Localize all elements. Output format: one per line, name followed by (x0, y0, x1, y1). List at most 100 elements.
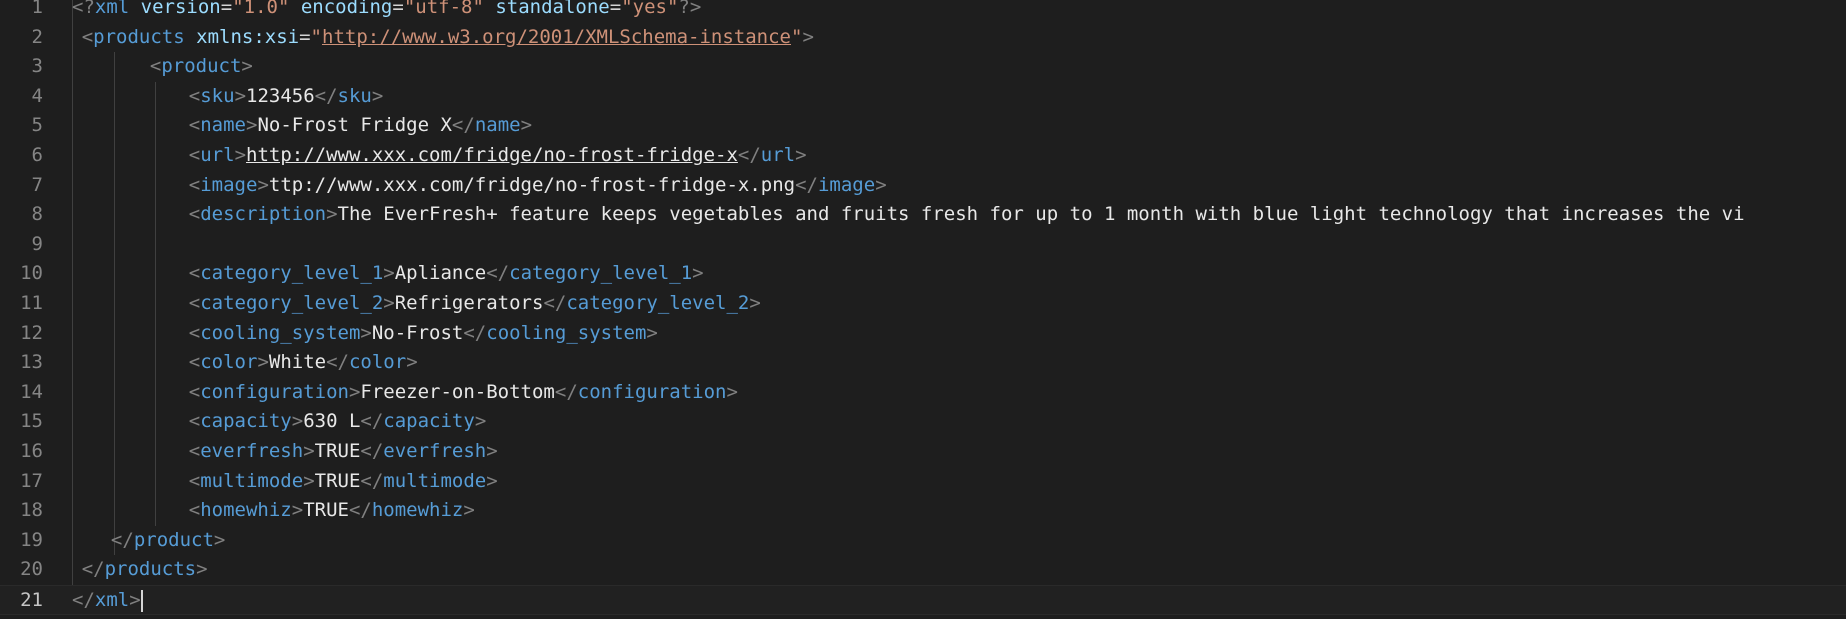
code-token: > (326, 203, 338, 226)
code-token: "yes" (621, 0, 679, 18)
code-token: > (463, 499, 475, 522)
code-line[interactable]: 19 </product> (0, 526, 1846, 556)
code-token: </ (110, 528, 134, 551)
line-code[interactable]: <color>White</color> (189, 348, 418, 378)
line-number: 17 (20, 469, 43, 492)
code-token: < (149, 55, 162, 78)
code-line[interactable]: 4 <sku>123456</sku> (0, 82, 1846, 112)
line-code[interactable]: <image>ttp://www.xxx.com/fridge/no-frost… (189, 171, 887, 201)
code-token: < (188, 499, 201, 522)
code-token: No-Frost Fridge X (257, 114, 452, 137)
code-token: > (520, 114, 533, 137)
code-token: multimode (200, 469, 304, 492)
line-number: 19 (20, 528, 43, 551)
code-line[interactable]: 10 <category_level_1>Apliance</category_l… (0, 259, 1846, 289)
code-line[interactable]: 21 </xml> (0, 585, 1846, 615)
code-token: </ (314, 84, 338, 107)
code-line[interactable]: 18 <homewhiz>TRUE</homewhiz> (0, 496, 1846, 526)
code-token: standalone (495, 0, 610, 18)
code-token: "1.0" (232, 0, 290, 18)
code-line[interactable]: 13 <color>White</color> (0, 348, 1846, 378)
line-code[interactable]: <everfresh>TRUE</everfresh> (189, 437, 498, 467)
code-token: url (760, 144, 796, 166)
code-token: > (291, 499, 304, 522)
line-code[interactable]: </products> (82, 555, 208, 585)
line-number: 2 (31, 25, 43, 48)
code-token: < (188, 84, 201, 107)
code-token: < (188, 410, 201, 433)
code-token: xml (94, 589, 130, 611)
code-token: > (257, 351, 269, 374)
code-token: category_level_2 (566, 292, 750, 314)
code-line[interactable]: 5 <name>No-Frost Fridge X</name> (0, 111, 1846, 141)
code-line[interactable]: 3 <product> (0, 52, 1846, 82)
code-line[interactable]: 12 <cooling_system>No-Frost</cooling_syst… (0, 319, 1846, 349)
line-code[interactable]: <sku>123456</sku> (189, 82, 384, 112)
code-token: > (246, 114, 258, 137)
code-token: ?> (678, 0, 702, 18)
line-code[interactable]: <?xml version="1.0" encoding="utf-8" sta… (72, 0, 701, 23)
code-token: products (104, 558, 197, 581)
code-token: http://www.w3.org/2001/XMLSchema-instanc… (322, 25, 791, 48)
line-code[interactable]: <name>No-Frost Fridge X</name> (189, 111, 532, 141)
code-line[interactable]: 8 <description>The EverFresh+ feature kee… (0, 200, 1846, 230)
code-line[interactable]: 11 <category_level_2>Refrigerators</categ… (0, 289, 1846, 319)
code-token: category_level_1 (509, 262, 693, 285)
line-code[interactable]: <url>http://www.xxx.com/fridge/no-frost-… (189, 141, 807, 171)
code-token: < (188, 203, 201, 226)
line-code[interactable]: <product> (150, 52, 253, 82)
code-token: Apliance (394, 262, 487, 285)
code-token: </ (451, 114, 475, 137)
code-line[interactable]: 6 <url>http://www.xxx.com/fridge/no-frost… (0, 141, 1846, 171)
code-token: sku (200, 84, 235, 107)
code-token: = (220, 0, 233, 18)
code-token: < (188, 292, 201, 314)
code-token: </ (463, 321, 487, 344)
code-token: </ (543, 292, 567, 314)
code-token: Refrigerators (394, 292, 544, 314)
code-token: > (257, 173, 269, 196)
line-code[interactable]: </product> (111, 526, 225, 556)
line-code[interactable]: <homewhiz>TRUE</homewhiz> (189, 496, 475, 526)
code-token: > (474, 410, 487, 433)
code-token: </ (326, 351, 349, 374)
line-code[interactable]: <capacity>630 L</capacity> (189, 407, 486, 437)
code-editor[interactable]: 1 <?xml version="1.0" encoding="utf-8" st… (0, 0, 1846, 619)
code-token: TRUE (303, 499, 349, 522)
code-token: > (692, 262, 704, 285)
code-line[interactable]: 2 <products xmlns:xsi="http://www.w3.org/… (0, 23, 1846, 53)
line-code[interactable]: <category_level_1>Apliance</category_lev… (189, 259, 704, 289)
code-token: ttp://www.xxx.com/fridge/no-frost-fridge… (268, 173, 796, 196)
line-code[interactable]: <cooling_system>No-Frost</cooling_system… (189, 319, 658, 349)
code-token: > (802, 25, 814, 48)
line-code[interactable]: <description>The EverFresh+ feature keep… (189, 200, 1745, 230)
code-token: color (348, 351, 407, 374)
code-line[interactable]: 17 <multimode>TRUE</multimode> (0, 467, 1846, 497)
code-token: </ (360, 469, 384, 492)
line-code[interactable]: <multimode>TRUE</multimode> (189, 467, 498, 497)
line-code[interactable]: </xml> (72, 586, 143, 616)
code-token: > (196, 558, 208, 581)
code-token: White (268, 351, 327, 374)
code-token: > (486, 440, 498, 462)
code-token: configuration (200, 380, 349, 403)
code-line[interactable]: 14 <configuration>Freezer-on-Bottom</conf… (0, 378, 1846, 408)
line-code[interactable]: <configuration>Freezer-on-Bottom</config… (189, 378, 738, 408)
code-token: = (299, 25, 311, 48)
line-number: 8 (31, 203, 43, 226)
code-line[interactable]: 16 <everfresh>TRUE</everfresh> (0, 437, 1846, 467)
code-line[interactable]: 20 </products> (0, 555, 1846, 585)
code-token: everfresh (383, 440, 487, 462)
line-code[interactable]: <category_level_2>Refrigerators</categor… (189, 289, 761, 319)
code-line[interactable]: 9 (0, 230, 1846, 260)
code-token: < (188, 351, 201, 374)
code-token: > (360, 321, 372, 344)
code-line[interactable]: 15 <capacity>630 L</capacity> (0, 407, 1846, 437)
code-line[interactable]: 1 <?xml version="1.0" encoding="utf-8" st… (0, 0, 1846, 23)
code-token: < (188, 173, 201, 196)
code-token: xmlns:xsi (196, 25, 300, 48)
code-token: Freezer-on-Bottom (360, 380, 555, 403)
code-line[interactable]: 7 <image>ttp://www.xxx.com/fridge/no-fros… (0, 171, 1846, 201)
line-code[interactable]: <products xmlns:xsi="http://www.w3.org/2… (82, 23, 814, 53)
